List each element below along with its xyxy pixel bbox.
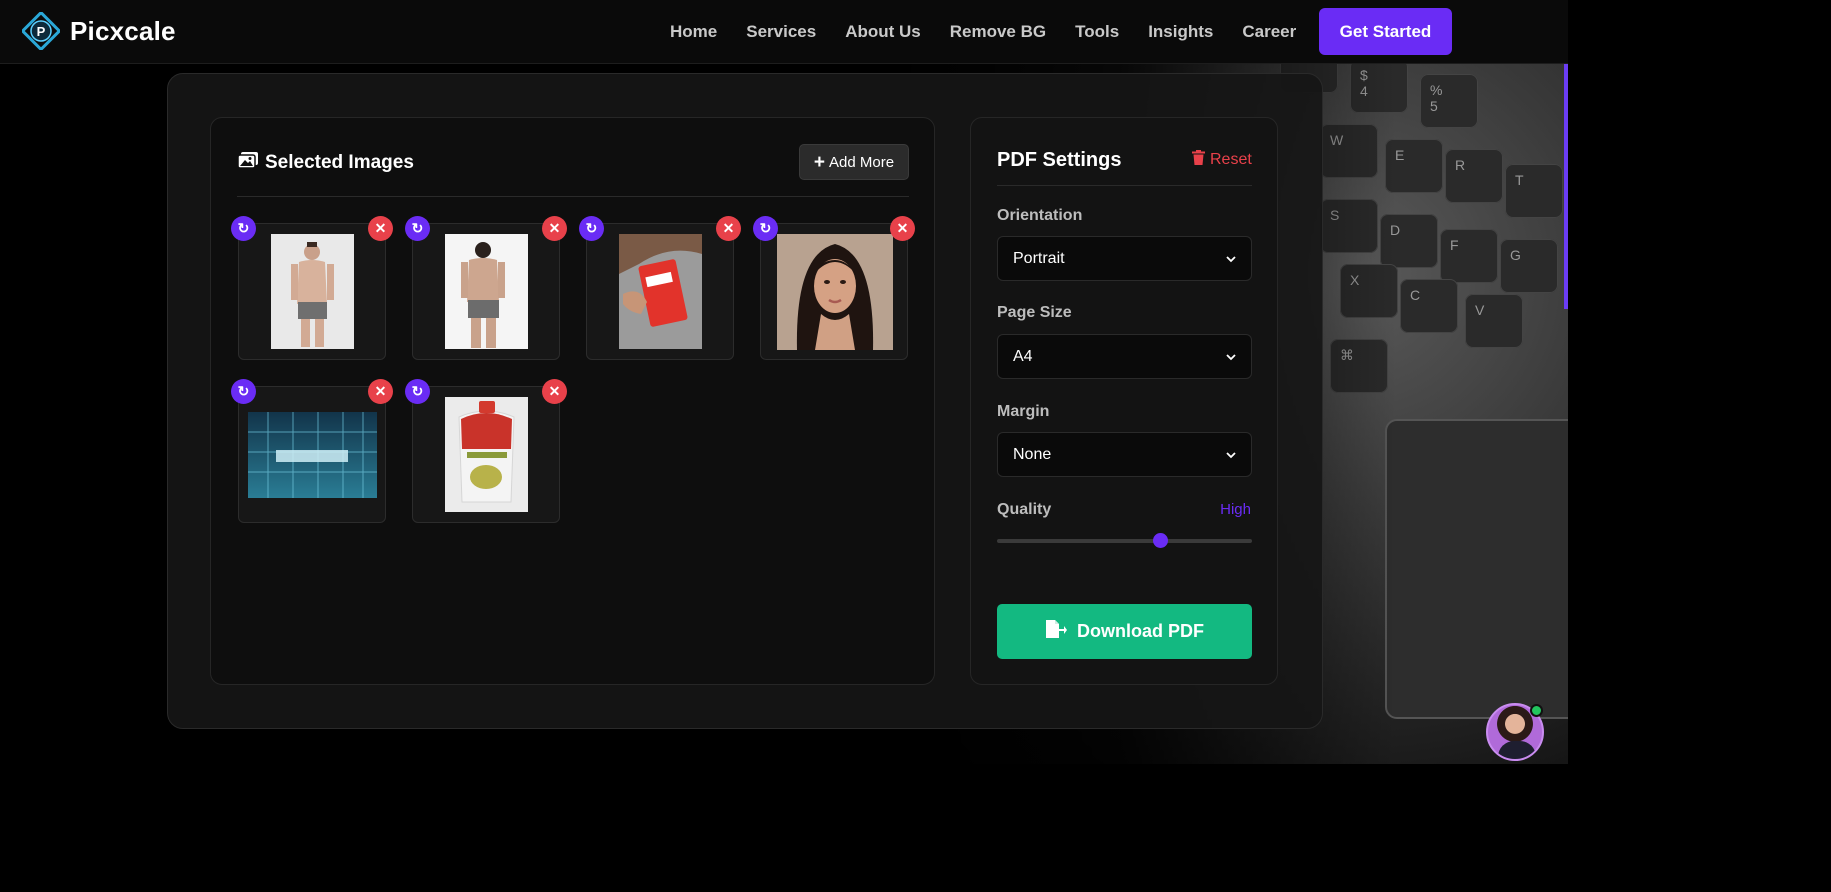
rotate-icon: ↻ bbox=[411, 383, 424, 399]
settings-divider bbox=[997, 185, 1252, 186]
orientation-value: Portrait bbox=[1013, 249, 1065, 267]
rotate-icon: ↻ bbox=[585, 220, 598, 236]
download-pdf-label: Download PDF bbox=[1077, 621, 1204, 641]
nav-about-us[interactable]: About Us bbox=[845, 22, 921, 42]
margin-label: Margin bbox=[997, 403, 1050, 420]
pdf-settings-panel: PDF Settings Reset Orientation Portrait … bbox=[970, 117, 1278, 685]
sauce-pouch-photo bbox=[445, 397, 528, 512]
panel-divider bbox=[237, 196, 909, 197]
page-size-select[interactable]: A4 bbox=[997, 334, 1252, 379]
download-pdf-button[interactable]: Download PDF bbox=[997, 604, 1252, 659]
rotate-icon: ↻ bbox=[411, 220, 424, 236]
online-status-dot bbox=[1530, 704, 1543, 717]
rotate-icon: ↻ bbox=[237, 383, 250, 399]
rotate-icon: ↻ bbox=[759, 220, 772, 236]
rotate-icon: ↻ bbox=[237, 220, 250, 236]
margin-select[interactable]: None bbox=[997, 432, 1252, 477]
brand-name: Picxcale bbox=[70, 15, 176, 46]
selected-images-panel: Selected Images + Add More ↻ ✕ ↻ ✕ ↻ ✕ ↻… bbox=[210, 117, 935, 685]
remove-image-button[interactable]: ✕ bbox=[368, 379, 393, 404]
get-started-button[interactable]: Get Started bbox=[1319, 8, 1452, 55]
top-navbar: P Picxcale Home Services About Us Remove… bbox=[0, 0, 1568, 64]
nav-tools[interactable]: Tools bbox=[1075, 22, 1119, 42]
close-icon: ✕ bbox=[374, 383, 387, 399]
page-size-label: Page Size bbox=[997, 304, 1072, 321]
nav-remove-bg[interactable]: Remove BG bbox=[950, 22, 1046, 42]
scroll-accent-bar bbox=[1564, 64, 1568, 309]
orientation-select[interactable]: Portrait bbox=[997, 236, 1252, 281]
image-thumbnail[interactable]: ↻ ✕ bbox=[405, 216, 567, 360]
picxcale-building-photo bbox=[248, 412, 377, 498]
svg-text:P: P bbox=[37, 24, 46, 39]
image-thumbnail[interactable]: ↻ ✕ bbox=[405, 379, 567, 523]
remove-image-button[interactable]: ✕ bbox=[368, 216, 393, 241]
remove-image-button[interactable]: ✕ bbox=[716, 216, 741, 241]
nav-career[interactable]: Career bbox=[1242, 22, 1296, 42]
image-thumbnail[interactable]: ↻ ✕ bbox=[579, 216, 741, 360]
remove-image-button[interactable]: ✕ bbox=[542, 216, 567, 241]
close-icon: ✕ bbox=[548, 220, 561, 236]
rotate-button[interactable]: ↻ bbox=[231, 216, 256, 241]
add-more-label: Add More bbox=[829, 153, 895, 171]
picxcale-logo-icon: P bbox=[20, 10, 62, 52]
rotate-button[interactable]: ↻ bbox=[753, 216, 778, 241]
nav-home[interactable]: Home bbox=[670, 22, 717, 42]
nav-links: Home Services About Us Remove BG Tools I… bbox=[670, 22, 1325, 42]
trash-icon bbox=[1192, 150, 1205, 170]
images-icon bbox=[237, 151, 259, 175]
rotate-button[interactable]: ↻ bbox=[405, 379, 430, 404]
close-icon: ✕ bbox=[722, 220, 735, 236]
page-size-value: A4 bbox=[1013, 347, 1033, 365]
close-icon: ✕ bbox=[548, 383, 561, 399]
image-thumbnail[interactable]: ↻ ✕ bbox=[753, 216, 915, 360]
close-icon: ✕ bbox=[374, 220, 387, 236]
margin-value: None bbox=[1013, 445, 1052, 463]
rotate-button[interactable]: ↻ bbox=[579, 216, 604, 241]
image-thumbnail[interactable]: ↻ ✕ bbox=[231, 216, 393, 360]
plus-icon: + bbox=[813, 151, 826, 173]
image-thumbnail[interactable]: ↻ ✕ bbox=[231, 379, 393, 523]
brand-logo[interactable]: P Picxcale bbox=[20, 10, 176, 52]
model-back-photo bbox=[445, 234, 528, 349]
reset-button[interactable]: Reset bbox=[1192, 150, 1252, 170]
chevron-down-icon bbox=[1226, 250, 1236, 268]
woman-portrait-photo bbox=[777, 234, 893, 350]
selected-images-heading: Selected Images bbox=[237, 151, 414, 175]
nav-insights[interactable]: Insights bbox=[1148, 22, 1213, 42]
orientation-label: Orientation bbox=[997, 207, 1083, 224]
pdf-settings-title: PDF Settings bbox=[997, 149, 1122, 171]
rotate-button[interactable]: ↻ bbox=[405, 216, 430, 241]
quality-slider-handle[interactable] bbox=[1153, 533, 1168, 548]
chevron-down-icon bbox=[1226, 446, 1236, 464]
chevron-down-icon bbox=[1226, 348, 1236, 366]
remove-image-button[interactable]: ✕ bbox=[890, 216, 915, 241]
file-export-icon bbox=[1045, 619, 1067, 644]
add-more-button[interactable]: + Add More bbox=[799, 144, 909, 180]
reset-label: Reset bbox=[1210, 151, 1252, 168]
quality-slider[interactable] bbox=[997, 533, 1252, 548]
model-front-photo bbox=[271, 234, 354, 349]
nav-services[interactable]: Services bbox=[746, 22, 816, 42]
close-icon: ✕ bbox=[896, 220, 909, 236]
rotate-button[interactable]: ↻ bbox=[231, 379, 256, 404]
remove-image-button[interactable]: ✕ bbox=[542, 379, 567, 404]
red-package-photo bbox=[619, 234, 702, 349]
selected-images-title: Selected Images bbox=[265, 152, 414, 173]
quality-label: Quality bbox=[997, 501, 1052, 518]
quality-value: High bbox=[1220, 501, 1251, 518]
